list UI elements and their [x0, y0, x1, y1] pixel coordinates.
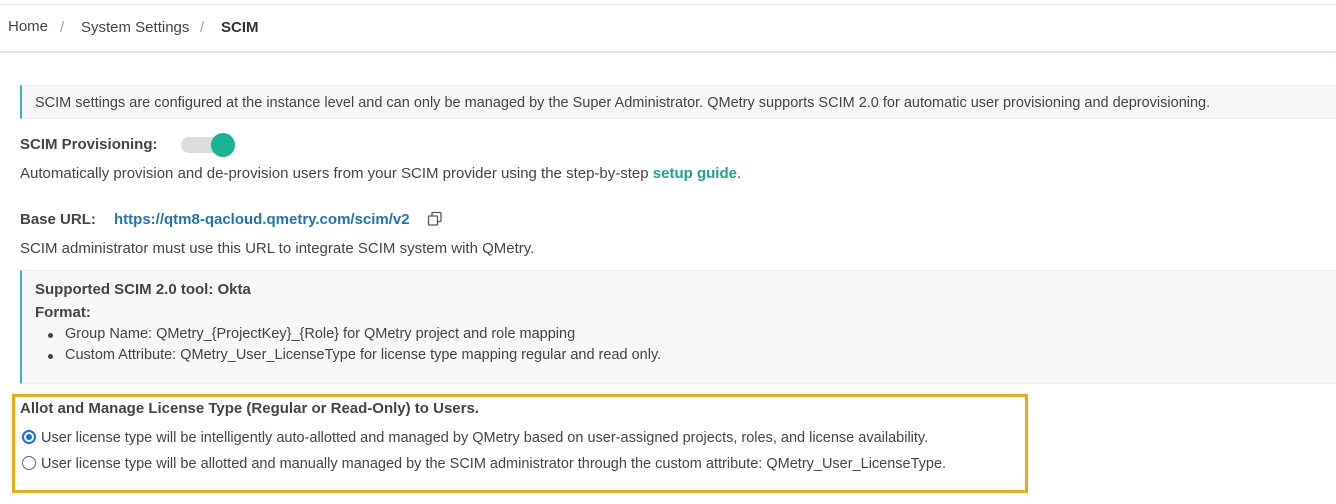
breadcrumb-separator: /	[200, 19, 205, 36]
supported-tool-panel: Supported SCIM 2.0 tool: Okta Format: Gr…	[20, 270, 1336, 384]
list-item: Custom Attribute: QMetry_User_LicenseTyp…	[47, 347, 662, 363]
auto-allot-radio[interactable]	[22, 430, 36, 444]
breadcrumb-separator: /	[60, 19, 65, 36]
breadcrumb-home[interactable]: Home	[8, 18, 48, 35]
breadcrumb-current: SCIM	[221, 19, 259, 36]
provisioning-description-end: .	[736, 165, 742, 182]
scim-info-notice: SCIM settings are configured at the inst…	[20, 85, 1336, 119]
base-url-link[interactable]: https://qtm8-qacloud.qmetry.com/scim/v2	[114, 211, 410, 228]
breadcrumb-system-settings[interactable]: System Settings	[81, 19, 189, 36]
list-item: Group Name: QMetry_{ProjectKey}_{Role} f…	[47, 326, 576, 342]
copy-icon[interactable]	[427, 211, 443, 227]
provisioning-description-text: Automatically provision and de-provision…	[20, 165, 653, 182]
supported-tool-title: Supported SCIM 2.0 tool: Okta	[35, 281, 251, 298]
toggle-knob	[211, 133, 235, 157]
scim-provisioning-label: SCIM Provisioning:	[20, 136, 158, 153]
license-type-title: Allot and Manage License Type (Regular o…	[20, 400, 479, 417]
provisioning-description: Automatically provision and de-provision…	[20, 165, 741, 182]
base-url-note: SCIM administrator must use this URL to …	[20, 240, 535, 257]
auto-allot-label[interactable]: User license type will be intelligently …	[41, 430, 928, 446]
setup-guide-link[interactable]: setup guide	[653, 165, 737, 182]
scim-provisioning-toggle[interactable]	[181, 133, 235, 157]
base-url-label: Base URL:	[20, 211, 96, 228]
manual-allot-radio[interactable]	[22, 456, 36, 470]
breadcrumb: Home / System Settings / SCIM	[0, 5, 1336, 53]
manual-allot-label[interactable]: User license type will be allotted and m…	[41, 456, 946, 472]
format-label: Format:	[35, 304, 91, 321]
